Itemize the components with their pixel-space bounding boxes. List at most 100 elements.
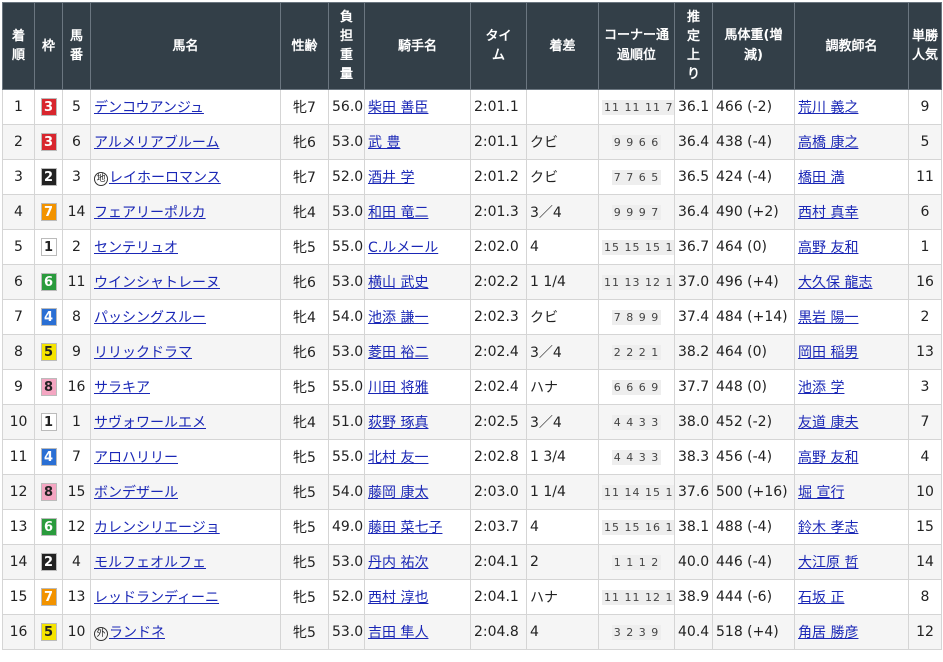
sex-age: 牝5 — [280, 614, 329, 650]
last-3f: 37.0 — [674, 264, 713, 300]
jockey-link[interactable]: 藤田 菜七子 — [368, 520, 442, 536]
jockey-link[interactable]: C.ルメール — [368, 240, 438, 256]
last-3f: 38.9 — [674, 579, 713, 615]
header-margin[interactable]: 着差 — [526, 2, 599, 90]
header-sexage[interactable]: 性齢 — [280, 2, 329, 90]
trainer-link[interactable]: 橋田 満 — [798, 170, 844, 186]
jockey-link[interactable]: 和田 竜二 — [368, 205, 428, 221]
horse-name-cell: アルメリアブルーム — [90, 124, 281, 160]
corner-passing: 1 1 1 2 — [611, 555, 662, 570]
waku-cell: 1 — [34, 229, 63, 265]
trainer-link[interactable]: 荒川 義之 — [798, 100, 858, 116]
trainer-cell: 高野 友和 — [794, 229, 909, 265]
horse-name-link[interactable]: センテリュオ — [94, 240, 178, 256]
horse-name-link[interactable]: サヴォワールエメ — [94, 415, 206, 431]
header-weight[interactable]: 負担重量 — [328, 2, 365, 90]
trainer-link[interactable]: 大久保 龍志 — [798, 275, 872, 291]
header-horse[interactable]: 馬名 — [90, 2, 281, 90]
header-num[interactable]: 馬番 — [62, 2, 91, 90]
trainer-link[interactable]: 高橋 康之 — [798, 135, 858, 151]
horse-name-cell: モルフェオルフェ — [90, 544, 281, 580]
carried-weight: 52.0 — [328, 159, 365, 195]
trainer-link[interactable]: 高野 友和 — [798, 450, 858, 466]
finish-position: 15 — [2, 579, 35, 615]
last-3f: 38.1 — [674, 509, 713, 545]
trainer-link[interactable]: 石坂 正 — [798, 590, 844, 606]
trainer-link[interactable]: 鈴木 孝志 — [798, 520, 858, 536]
table-row: 3 2 3 地レイホーロマンス 牝7 52.0 酒井 学 2:01.2 クビ 7 7 6 5 36.… — [2, 159, 942, 195]
horse-name-link[interactable]: ウインシャトレーヌ — [94, 275, 220, 291]
horse-name-link[interactable]: レイホーロマンス — [109, 170, 221, 186]
header-last3f[interactable]: 推定上り — [674, 2, 713, 90]
horse-name-link[interactable]: レッドランディーニ — [94, 590, 219, 606]
race-time: 2:01.2 — [470, 159, 527, 195]
jockey-link[interactable]: 横山 武史 — [368, 275, 428, 291]
trainer-link[interactable]: 西村 真幸 — [798, 205, 858, 221]
jockey-link[interactable]: 池添 謙一 — [368, 310, 428, 326]
horse-name-link[interactable]: ランドネ — [109, 625, 165, 641]
trainer-link[interactable]: 高野 友和 — [798, 240, 858, 256]
popularity: 9 — [908, 89, 942, 125]
jockey-link[interactable]: 吉田 隼人 — [368, 625, 428, 641]
horse-name-cell: サヴォワールエメ — [90, 404, 281, 440]
header-bodyweight[interactable]: 馬体重(増減) — [712, 2, 795, 90]
header-time[interactable]: タイム — [470, 2, 527, 90]
jockey-link[interactable]: 藤岡 康太 — [368, 485, 428, 501]
horse-name-link[interactable]: アロハリリー — [94, 450, 178, 466]
header-jockey[interactable]: 騎手名 — [364, 2, 471, 90]
jockey-link[interactable]: 丹内 祐次 — [368, 555, 428, 571]
finish-position: 14 — [2, 544, 35, 580]
margin: 1 1/4 — [526, 264, 599, 300]
horse-name-link[interactable]: アルメリアブルーム — [94, 135, 219, 151]
horse-name-link[interactable]: サラキア — [94, 380, 150, 396]
race-time: 2:02.8 — [470, 439, 527, 475]
trainer-link[interactable]: 池添 学 — [798, 380, 844, 396]
jockey-link[interactable]: 武 豊 — [368, 135, 400, 151]
jockey-link[interactable]: 荻野 琢真 — [368, 415, 428, 431]
horse-name-cell: アロハリリー — [90, 439, 281, 475]
finish-position: 10 — [2, 404, 35, 440]
last-3f: 40.4 — [674, 614, 713, 650]
horse-name-link[interactable]: フェアリーポルカ — [94, 205, 206, 221]
waku-cell: 3 — [34, 89, 63, 125]
race-time: 2:04.1 — [470, 544, 527, 580]
trainer-link[interactable]: 友道 康夫 — [798, 415, 858, 431]
jockey-cell: 丹内 祐次 — [364, 544, 471, 580]
trainer-link[interactable]: 堀 宣行 — [798, 485, 844, 501]
last-3f: 37.4 — [674, 299, 713, 335]
jockey-link[interactable]: 柴田 善臣 — [368, 100, 428, 116]
jockey-link[interactable]: 川田 将雅 — [368, 380, 428, 396]
trainer-link[interactable]: 角居 勝彦 — [798, 625, 858, 641]
carried-weight: 53.0 — [328, 264, 365, 300]
horse-name-link[interactable]: リリックドラマ — [94, 345, 192, 361]
carried-weight: 55.0 — [328, 229, 365, 265]
trainer-link[interactable]: 大江原 哲 — [798, 555, 858, 571]
jockey-link[interactable]: 菱田 裕二 — [368, 345, 428, 361]
horse-name-link[interactable]: パッシングスルー — [94, 310, 206, 326]
header-popularity[interactable]: 単勝人気 — [908, 2, 942, 90]
header-trainer[interactable]: 調教師名 — [794, 2, 909, 90]
jockey-link[interactable]: 北村 友一 — [368, 450, 428, 466]
horse-number: 15 — [62, 474, 91, 510]
horse-name-link[interactable]: デンコウアンジュ — [94, 100, 204, 116]
horse-name-link[interactable]: カレンシリエージョ — [94, 520, 220, 536]
trainer-link[interactable]: 黒岩 陽一 — [798, 310, 858, 326]
trainer-link[interactable]: 岡田 稲男 — [798, 345, 858, 361]
popularity: 5 — [908, 124, 942, 160]
header-waku[interactable]: 枠 — [34, 2, 63, 90]
popularity: 10 — [908, 474, 942, 510]
jockey-link[interactable]: 西村 淳也 — [368, 590, 428, 606]
header-passing[interactable]: コーナー通過順位 — [598, 2, 675, 90]
horse-name-link[interactable]: モルフェオルフェ — [94, 555, 206, 571]
header-pos[interactable]: 着順 — [2, 2, 35, 90]
corner-passing: 11 14 15 15 — [602, 485, 674, 500]
waku-cell: 6 — [34, 264, 63, 300]
passing-cell: 9 9 6 6 — [598, 124, 675, 160]
corner-passing: 11 11 11 7 — [602, 100, 674, 115]
jockey-link[interactable]: 酒井 学 — [368, 170, 414, 186]
body-weight: 484 (+14) — [712, 299, 795, 335]
jockey-cell: 菱田 裕二 — [364, 334, 471, 370]
horse-name-link[interactable]: ボンデザール — [94, 485, 178, 501]
origin-mark-icon: 地 — [94, 172, 108, 186]
waku-badge: 2 — [40, 553, 57, 571]
